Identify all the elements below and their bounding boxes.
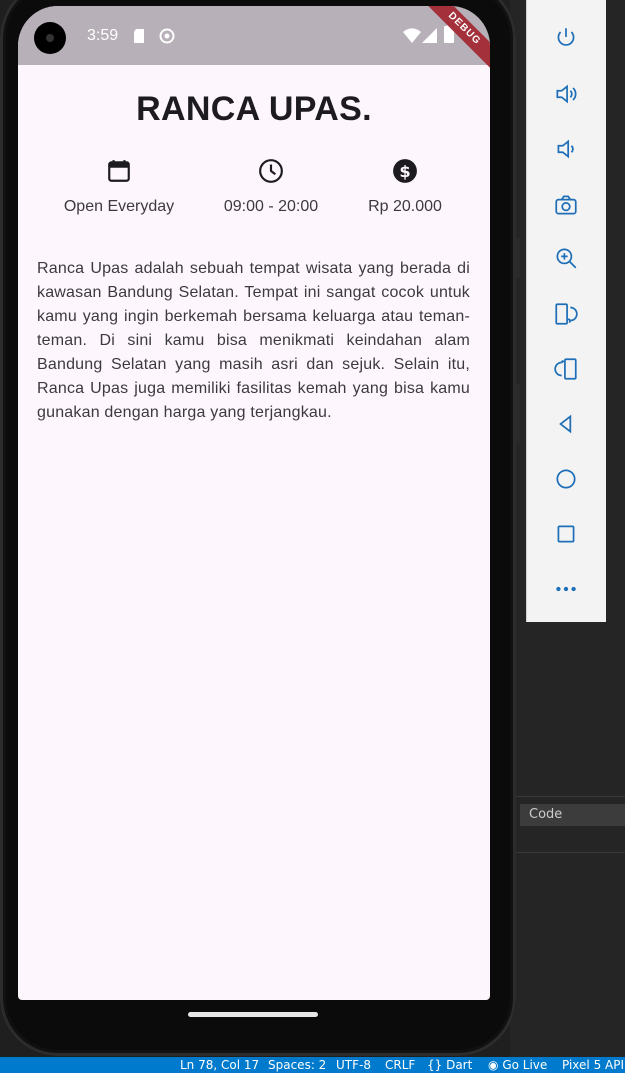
ide-divider: [516, 796, 625, 797]
rotate-left-icon[interactable]: [551, 299, 581, 329]
device-selector[interactable]: Pixel 5 API 3: [562, 1058, 625, 1072]
info-price: $ Rp 20.000: [330, 158, 480, 216]
back-icon[interactable]: [551, 409, 581, 439]
go-live-button[interactable]: ◉ Go Live: [488, 1058, 547, 1072]
encoding-status[interactable]: UTF-8: [336, 1058, 371, 1072]
status-time: 3:59: [87, 27, 119, 44]
vscode-status-bar: Ln 78, Col 17 Spaces: 2 UTF-8 CRLF {} Da…: [0, 1057, 625, 1073]
sync-icon: [159, 28, 175, 49]
phone-frame: 3:59 DEBUG RANCA UPAS. Open Everyday 09:…: [0, 0, 516, 1056]
volume-down-icon[interactable]: [551, 134, 581, 164]
broadcast-icon: ◉: [488, 1058, 499, 1072]
ide-divider: [516, 852, 625, 853]
cursor-position[interactable]: Ln 78, Col 17: [180, 1058, 259, 1072]
price-label: Rp 20.000: [368, 198, 442, 215]
rotate-right-icon[interactable]: [551, 354, 581, 384]
front-camera: [34, 22, 66, 54]
zoom-icon[interactable]: [551, 243, 581, 273]
info-hours: 09:00 - 20:00: [196, 158, 346, 216]
svg-text:$: $: [399, 162, 410, 181]
clock-icon: [259, 159, 283, 183]
place-description: Ranca Upas adalah sebuah tempat wisata y…: [37, 260, 470, 421]
camera-icon[interactable]: [551, 190, 581, 220]
open-days-label: Open Everyday: [63, 198, 175, 215]
signal-icon: [422, 28, 437, 48]
language-status[interactable]: {} Dart: [427, 1058, 472, 1072]
language-dropdown[interactable]: Code: [520, 804, 625, 826]
page-title: RANCA UPAS.: [136, 90, 372, 128]
go-live-label: Go Live: [502, 1058, 548, 1072]
info-open-days: Open Everyday: [44, 158, 194, 216]
wifi-icon: [403, 28, 421, 48]
sd-card-icon: [133, 28, 147, 49]
volume-up-icon[interactable]: [551, 79, 581, 109]
phone-screen: 3:59 DEBUG RANCA UPAS. Open Everyday 09:…: [18, 6, 490, 1000]
home-icon[interactable]: [551, 464, 581, 494]
android-status-bar: 3:59 DEBUG: [18, 6, 490, 78]
gesture-home-bar[interactable]: [188, 1012, 318, 1017]
emulator-toolbar: [526, 0, 606, 622]
hours-label: 09:00 - 20:00: [223, 198, 319, 215]
indentation-status[interactable]: Spaces: 2: [268, 1058, 326, 1072]
overview-icon[interactable]: [551, 519, 581, 549]
calendar-icon: [108, 160, 130, 182]
dollar-icon: $: [393, 159, 417, 183]
power-icon[interactable]: [551, 23, 581, 53]
more-icon[interactable]: [551, 574, 581, 604]
eol-status[interactable]: CRLF: [385, 1058, 415, 1072]
